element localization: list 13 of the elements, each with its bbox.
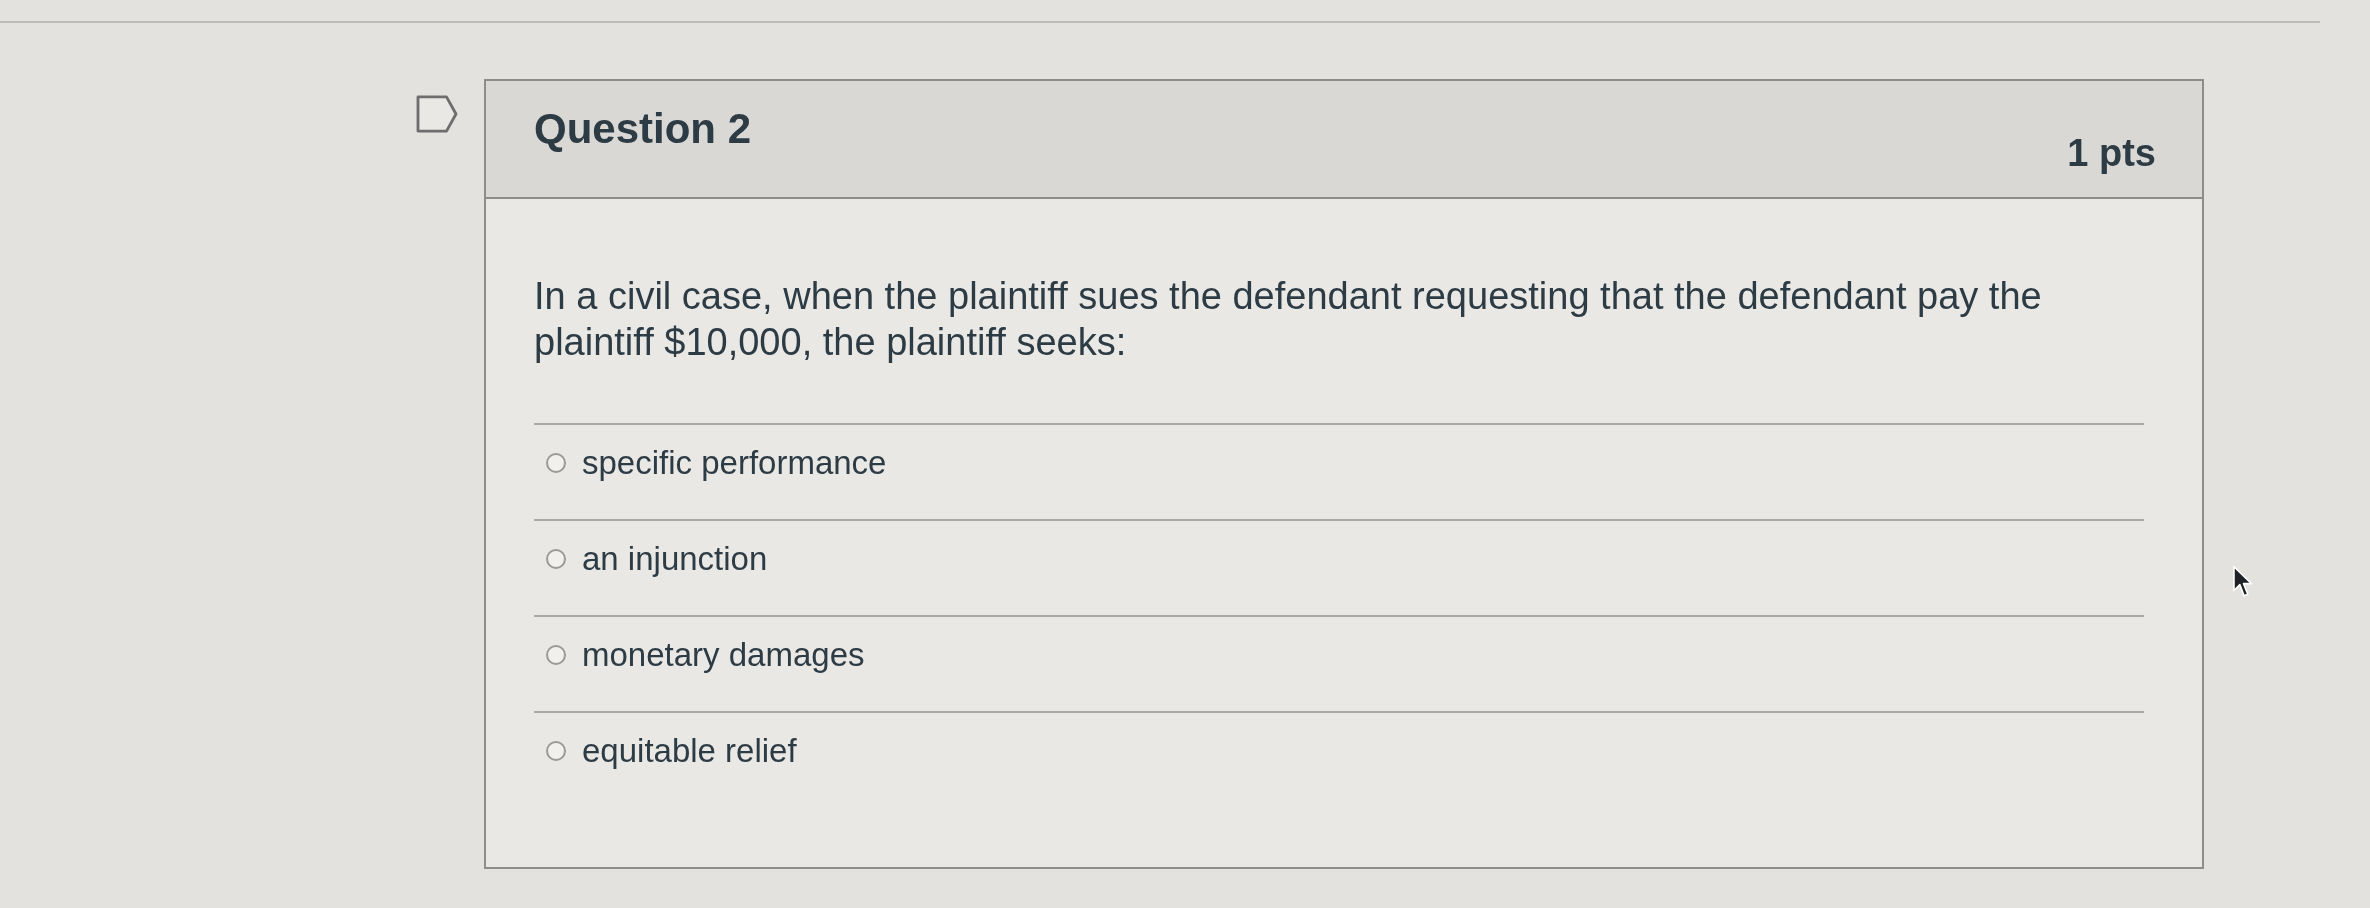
radio-button[interactable] <box>546 549 566 569</box>
question-title: Question 2 <box>534 105 752 154</box>
question-text: In a civil case, when the plaintiff sues the defendant requesting that the defendant pay the plaintiff $10,000, the plaintiff seeks: <box>534 274 2043 365</box>
radio-button[interactable] <box>546 741 566 761</box>
answer-label[interactable]: equitable relief <box>582 732 797 770</box>
radio-button[interactable] <box>546 453 566 473</box>
points-label: 1 pts <box>2067 130 2156 175</box>
answer-label[interactable]: monetary damages <box>582 636 865 674</box>
answer-label[interactable]: an injunction <box>582 540 768 578</box>
mouse-pointer-icon <box>2232 565 2254 599</box>
bookmark-flag-icon[interactable] <box>416 95 458 133</box>
answer-label[interactable]: specific performance <box>582 444 887 482</box>
radio-button[interactable] <box>546 645 566 665</box>
